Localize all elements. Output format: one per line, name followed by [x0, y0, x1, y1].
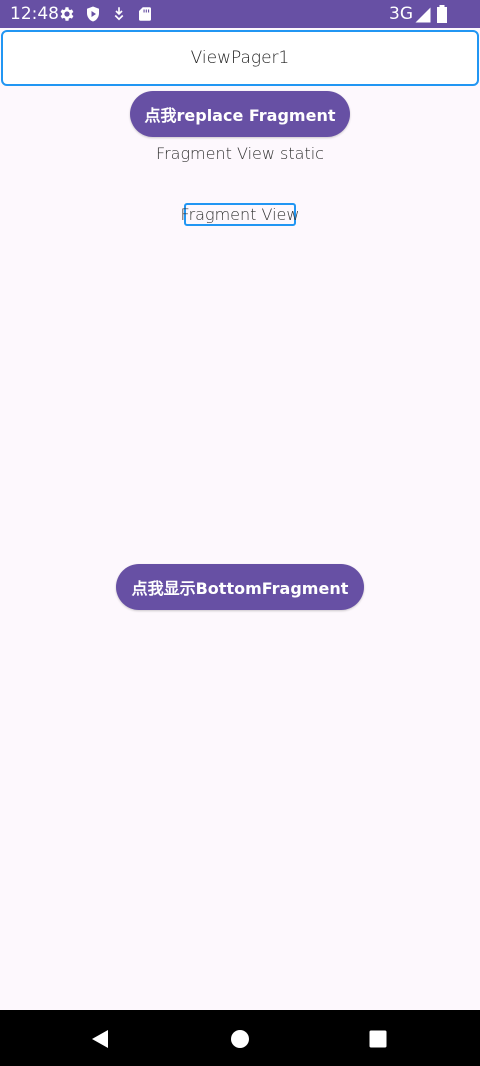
sd-card-icon [136, 5, 154, 23]
title-text: ViewPager1 [190, 48, 290, 68]
fragment-view[interactable]: Fragment View [181, 203, 299, 226]
fragment-static-text: Fragment View static [156, 144, 324, 163]
title-field[interactable]: ViewPager1 [1, 30, 479, 86]
download-icon [110, 5, 128, 23]
network-type: 3G [389, 4, 413, 24]
signal-icon [414, 6, 432, 24]
home-icon[interactable] [229, 1028, 251, 1050]
settings-icon [58, 5, 76, 23]
replace-fragment-button[interactable]: 点我replace Fragment [130, 91, 350, 137]
show-bottom-fragment-button[interactable]: 点我显示BottomFragment [116, 564, 364, 610]
battery-icon [436, 5, 448, 23]
status-time: 12:48 [10, 4, 59, 24]
back-icon[interactable] [89, 1028, 111, 1050]
recents-icon[interactable] [367, 1028, 389, 1050]
status-bar: 12:48 3G [0, 0, 480, 28]
navigation-bar [0, 1010, 480, 1066]
shield-icon [84, 5, 102, 23]
